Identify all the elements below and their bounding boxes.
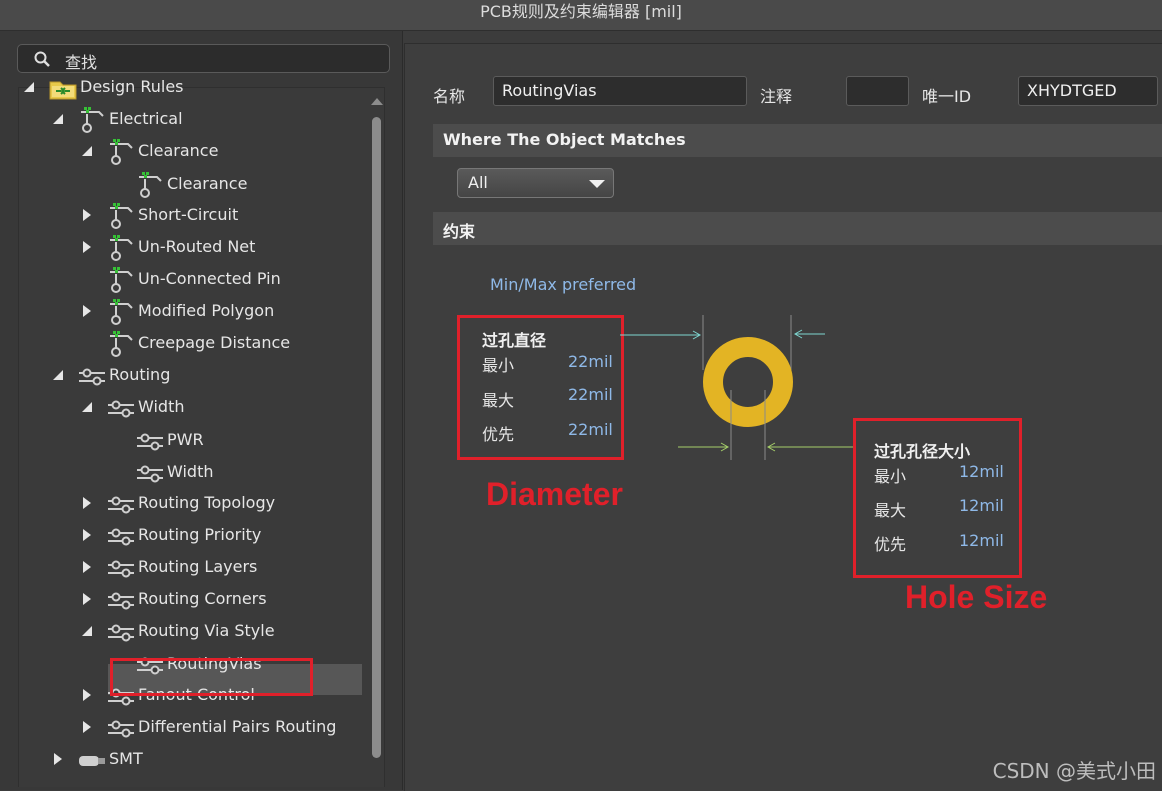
- expand-down-icon[interactable]: [82, 144, 92, 158]
- chevron-down-icon: [589, 180, 605, 188]
- tree-item-label: SMT: [109, 749, 143, 768]
- electrical-rule-icon: [106, 266, 136, 294]
- routing-rule-icon: [135, 427, 165, 455]
- tree-item-label: Routing Topology: [138, 493, 276, 512]
- highlight-box-hole-size: [853, 418, 1022, 578]
- tree-item-label: Creepage Distance: [138, 333, 291, 352]
- where-object-matches-select[interactable]: All: [457, 168, 614, 198]
- tree-item-label: Differential Pairs Routing: [138, 717, 337, 736]
- expand-down-icon[interactable]: [53, 112, 63, 126]
- tree-item-label: PWR: [167, 430, 204, 449]
- tree-item-label: Routing Priority: [138, 525, 262, 544]
- via-ring-icon: [703, 337, 793, 427]
- tree-item-label: Width: [167, 462, 214, 481]
- tree-item-label: Un-Routed Net: [138, 237, 256, 256]
- tree-item-label: Modified Polygon: [138, 301, 275, 320]
- tree-item-label: Electrical: [109, 109, 183, 128]
- search-box[interactable]: 查找: [17, 44, 390, 73]
- electrical-rule-icon: [135, 171, 165, 199]
- tree-item-label: Short-Circuit: [138, 205, 239, 224]
- tree-item-label: Design Rules: [80, 77, 184, 96]
- folder-icon: [48, 74, 78, 102]
- via-diagram: [620, 315, 853, 460]
- constraints-section-header: 约束: [433, 212, 1162, 245]
- search-icon: [34, 51, 50, 67]
- constraint-mode-label: Min/Max preferred: [490, 275, 637, 294]
- unique-id-label: 唯一ID: [922, 87, 972, 106]
- expand-down-icon[interactable]: [24, 80, 34, 94]
- name-input[interactable]: RoutingVias: [493, 76, 747, 106]
- comment-input[interactable]: [846, 76, 909, 106]
- expand-right-icon[interactable]: [82, 240, 92, 254]
- electrical-rule-icon: [106, 298, 136, 326]
- expand-right-icon[interactable]: [82, 208, 92, 222]
- annotation-hole-size: Hole Size: [905, 579, 1048, 615]
- routing-rule-icon: [106, 554, 136, 582]
- expand-right-icon[interactable]: [82, 496, 92, 510]
- electrical-rule-icon: [106, 202, 136, 230]
- highlight-box-diameter: [457, 315, 624, 460]
- routing-rule-icon: [106, 522, 136, 550]
- window-title: PCB规则及约束编辑器 [mil]: [0, 0, 1162, 31]
- tree-item-label: Un-Connected Pin: [138, 269, 281, 288]
- expand-right-icon[interactable]: [82, 304, 92, 318]
- expand-down-icon[interactable]: [82, 624, 92, 638]
- search-label: 查找: [65, 53, 98, 72]
- routing-rule-icon: [106, 490, 136, 518]
- routing-rule-icon: [106, 394, 136, 422]
- smt-rule-icon: [77, 746, 107, 774]
- scroll-up-icon[interactable]: [371, 98, 383, 105]
- name-label: 名称: [433, 87, 466, 106]
- expand-down-icon[interactable]: [53, 368, 63, 382]
- expand-down-icon[interactable]: [82, 400, 92, 414]
- highlight-box-routingvias: [110, 658, 313, 696]
- comment-label: 注释: [760, 87, 793, 106]
- expand-right-icon[interactable]: [82, 720, 92, 734]
- tree-item-label: Width: [138, 397, 185, 416]
- tree-item-label: Routing Via Style: [138, 621, 275, 640]
- tree-item-label: Routing Corners: [138, 589, 267, 608]
- routing-rule-icon: [77, 362, 107, 390]
- electrical-rule-icon: [106, 330, 136, 358]
- tree-item-label: Clearance: [138, 141, 219, 160]
- watermark: CSDN @美式小田: [992, 759, 1156, 783]
- tree-scroll-thumb[interactable]: [372, 117, 381, 758]
- unique-id-input[interactable]: XHYDTGED: [1018, 76, 1158, 106]
- routing-rule-icon: [106, 714, 136, 742]
- expand-right-icon[interactable]: [82, 688, 92, 702]
- expand-right-icon[interactable]: [82, 528, 92, 542]
- tree-item-label: Clearance: [167, 174, 248, 193]
- electrical-rule-icon: [106, 234, 136, 262]
- tree-item-label: Routing Layers: [138, 557, 258, 576]
- routing-rule-icon: [106, 586, 136, 614]
- electrical-rule-icon: [77, 106, 107, 134]
- routing-rule-icon: [135, 459, 165, 487]
- where-section-header: Where The Object Matches: [433, 124, 1162, 157]
- expand-right-icon[interactable]: [53, 752, 63, 766]
- routing-rule-icon: [106, 618, 136, 646]
- expand-right-icon[interactable]: [82, 592, 92, 606]
- annotation-diameter: Diameter: [486, 476, 623, 512]
- where-selected-option: All: [468, 173, 488, 192]
- electrical-rule-icon: [106, 138, 136, 166]
- tree-item-label: Routing: [109, 365, 171, 384]
- expand-right-icon[interactable]: [82, 560, 92, 574]
